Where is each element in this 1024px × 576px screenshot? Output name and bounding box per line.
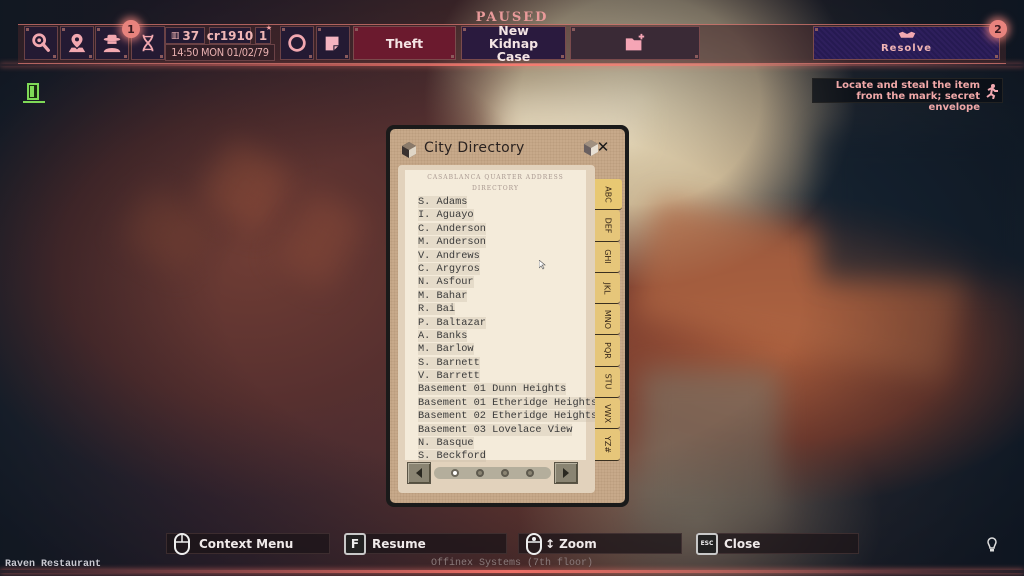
close-icon[interactable]: ✕ bbox=[595, 139, 611, 155]
next-page-button[interactable] bbox=[554, 462, 578, 484]
arrow-left-icon bbox=[416, 468, 422, 478]
credits-display: cr1910 bbox=[206, 27, 254, 44]
notification-badge: 1 bbox=[122, 20, 140, 38]
tab-pqr[interactable]: PQR bbox=[595, 335, 620, 367]
notification-badge: 2 bbox=[989, 20, 1007, 38]
directory-entry[interactable]: N. Basque bbox=[418, 437, 586, 450]
cube-icon bbox=[402, 142, 416, 158]
hud-divider-top bbox=[0, 64, 1024, 66]
directory-entry[interactable]: V. Barrett bbox=[418, 370, 586, 383]
tab-def[interactable]: DEF bbox=[595, 210, 620, 242]
locations-button[interactable] bbox=[60, 26, 94, 60]
arrow-right-icon bbox=[563, 468, 569, 478]
objective-banner: Locate and steal the item from the mark;… bbox=[812, 78, 1003, 113]
directory-entry[interactable]: S. Barnett bbox=[418, 356, 586, 370]
directory-entry[interactable]: P. Baltazar bbox=[418, 316, 586, 330]
tab-mno[interactable]: MNO bbox=[595, 304, 620, 336]
previous-page-button[interactable] bbox=[407, 462, 431, 484]
hud-divider-bottom bbox=[0, 570, 1024, 573]
directory-entry[interactable]: N. Asfour bbox=[418, 276, 586, 289]
mouse-cursor-icon bbox=[539, 260, 546, 270]
city-directory-window: City Directory ✕ CASABLANCA QUARTER ADDR… bbox=[386, 125, 629, 507]
esc-key-icon: ESC bbox=[696, 532, 718, 555]
up-down-arrow-icon: ↕ bbox=[545, 536, 556, 551]
close-hint[interactable]: ESC Close bbox=[696, 532, 859, 555]
folder-plus-icon bbox=[625, 33, 645, 51]
mouse-scroll-icon bbox=[526, 532, 542, 555]
tab-stu[interactable]: STU bbox=[595, 366, 620, 399]
tab-abc[interactable]: ABC bbox=[595, 179, 622, 211]
f-key-icon: F bbox=[344, 532, 366, 555]
directory-entry[interactable]: R. Bai bbox=[418, 303, 586, 316]
agents-icon: ▥ bbox=[170, 30, 180, 41]
directory-entry[interactable]: M. Anderson bbox=[418, 236, 586, 249]
case-tab-theft[interactable]: Theft bbox=[353, 26, 456, 60]
directory-list: S. Adams I. Aguayo C. Anderson M. Anderson V… bbox=[405, 194, 598, 464]
agents-count: ▥ 37 bbox=[165, 27, 205, 44]
directory-entry[interactable]: Basement 03 Lovelace View bbox=[418, 423, 586, 437]
game-clock: 14:50 MON 01/02/79 bbox=[165, 44, 275, 61]
tab-vwx[interactable]: VWX bbox=[595, 398, 620, 430]
resolve-button[interactable]: Resolve bbox=[813, 26, 1000, 60]
zoom-hint[interactable]: ↕ Zoom bbox=[518, 532, 682, 555]
alphabet-tabs: ABC DEF GHI JKL MNO PQR STU VWX YZ# bbox=[595, 179, 622, 461]
running-thief-icon bbox=[986, 84, 998, 99]
directory-page: CASABLANCA QUARTER ADDRESS DIRECTORY S. … bbox=[398, 165, 598, 493]
directory-entry[interactable]: A. Banks bbox=[418, 329, 586, 343]
dna-icon bbox=[142, 34, 154, 52]
directory-entry[interactable]: I. Aguayo bbox=[418, 209, 586, 222]
directory-entry[interactable]: Basement 01 Etheridge Heights bbox=[418, 396, 598, 410]
page-dot[interactable] bbox=[501, 469, 510, 477]
agent-hat-icon bbox=[103, 34, 121, 53]
notes-button[interactable] bbox=[316, 26, 350, 60]
page-indicator bbox=[434, 467, 551, 479]
resume-hint[interactable]: F Resume bbox=[344, 532, 507, 555]
rank-display: 1 ★ bbox=[255, 24, 272, 44]
case-tab-new-kidnap-case[interactable]: New Kidnap Case bbox=[461, 24, 566, 63]
star-icon: ★ bbox=[265, 24, 272, 32]
tab-jkl[interactable]: JKL bbox=[595, 272, 620, 305]
search-icon bbox=[32, 33, 50, 52]
directory-entry[interactable]: C. Argyros bbox=[418, 262, 586, 276]
directory-entry[interactable]: M. Bahar bbox=[418, 289, 586, 303]
new-case-button[interactable] bbox=[570, 26, 700, 60]
exit-door-icon[interactable] bbox=[22, 82, 46, 104]
tab-ghi[interactable]: GHI bbox=[595, 241, 620, 273]
page-navigator bbox=[407, 461, 578, 485]
tab-yzhash[interactable]: YZ# bbox=[595, 429, 620, 461]
directory-subheader: DIRECTORY bbox=[472, 185, 519, 192]
sticky-note-icon bbox=[325, 36, 339, 51]
directory-entry[interactable]: M. Barlow bbox=[418, 343, 586, 356]
context-menu-hint[interactable]: Context Menu bbox=[166, 532, 330, 555]
page-dot[interactable] bbox=[475, 469, 484, 477]
hint-lightbulb-icon[interactable] bbox=[986, 537, 998, 553]
directory-entry[interactable]: V. Andrews bbox=[418, 249, 586, 263]
page-dot[interactable] bbox=[450, 469, 459, 477]
directory-entry[interactable]: Basement 01 Dunn Heights bbox=[418, 383, 586, 396]
directory-entry[interactable]: C. Anderson bbox=[418, 222, 586, 236]
directory-entry[interactable]: S. Adams bbox=[418, 196, 586, 209]
map-pin-icon bbox=[68, 33, 86, 53]
directory-header: CASABLANCA QUARTER ADDRESS bbox=[427, 174, 564, 181]
window-title: City Directory bbox=[424, 140, 525, 156]
mouse-right-click-icon bbox=[174, 532, 190, 555]
floor-label: Offinex Systems (7th floor) bbox=[430, 558, 594, 569]
circle-icon bbox=[288, 34, 306, 52]
page-dot[interactable] bbox=[526, 469, 535, 477]
directory-entry[interactable]: Basement 02 Etheridge Heights bbox=[418, 410, 598, 423]
handshake-icon bbox=[898, 31, 915, 38]
select-circle-button[interactable] bbox=[280, 26, 314, 60]
investigate-button[interactable] bbox=[24, 26, 58, 60]
